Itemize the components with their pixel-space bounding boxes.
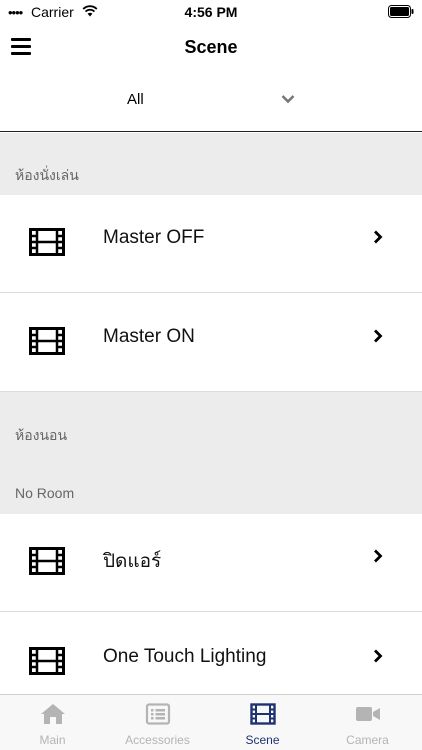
room-filter-dropdown[interactable]: All [0,74,422,132]
clock: 4:56 PM [184,4,238,20]
section-title: ห้องนอน [15,427,68,443]
scene-name: Master ON [103,326,195,347]
section-title: ห้องนั่งเล่น [15,167,79,183]
scene-name: ปิดแอร์ [103,551,162,572]
section-header-no-room: No Room [0,454,422,514]
film-icon [249,703,276,725]
filter-selected-value: All [127,91,144,108]
chevron-right-icon [374,230,383,244]
section-header-bedroom: ห้องนอน [0,392,422,454]
film-icon [29,647,65,675]
tab-bar: Main Accessories Scene Camera [0,694,422,750]
camera-icon [355,707,380,721]
tab-scene[interactable]: Scene [210,695,315,750]
film-icon [29,327,65,355]
scene-row[interactable]: ปิดแอร์ [0,514,422,612]
film-icon [29,547,65,575]
scene-name: One Touch Lighting [103,646,267,667]
tab-label: Scene [245,733,280,747]
navigation-bar: Scene [0,24,422,70]
film-icon [29,228,65,256]
chevron-right-icon [374,329,383,343]
battery-icon [388,5,414,18]
chevron-right-icon [374,549,383,563]
list-icon [145,703,170,725]
chevron-right-icon [374,649,383,663]
tab-accessories[interactable]: Accessories [105,695,210,750]
tab-main[interactable]: Main [0,695,105,750]
home-icon [40,704,65,724]
chevron-down-icon [281,95,295,104]
scene-name: Master OFF [103,227,205,248]
tab-camera[interactable]: Camera [315,695,420,750]
scene-row[interactable]: Master ON [0,294,422,392]
tab-label: Accessories [125,733,190,747]
section-header-living-room: ห้องนั่งเล่น [0,133,422,195]
section-title: No Room [15,485,75,501]
status-bar: •••• Carrier 4:56 PM [0,0,422,24]
scene-row[interactable]: Master OFF [0,195,422,293]
tab-label: Main [39,733,66,747]
page-title: Scene [184,37,238,57]
tab-label: Camera [346,733,389,747]
